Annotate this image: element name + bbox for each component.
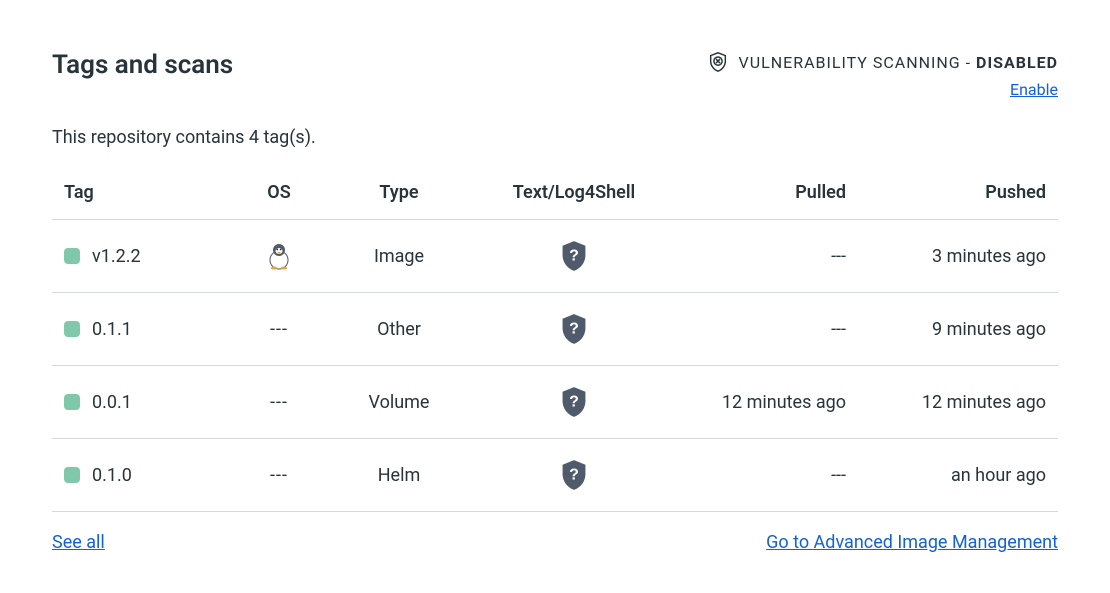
cell-pulled: --- bbox=[684, 319, 846, 340]
linux-penguin-icon bbox=[266, 242, 292, 270]
cell-os: --- bbox=[224, 465, 334, 486]
shield-x-icon bbox=[707, 50, 729, 74]
shield-question-icon: ? bbox=[560, 386, 588, 418]
cell-pushed: 3 minutes ago bbox=[846, 246, 1046, 267]
cell-pushed: 12 minutes ago bbox=[846, 392, 1046, 413]
svg-text:?: ? bbox=[569, 394, 579, 411]
tags-scans-panel: Tags and scans VULNERABILITY SCANNING - … bbox=[0, 0, 1110, 593]
cell-os: --- bbox=[224, 392, 334, 413]
cell-tag: v1.2.2 bbox=[64, 246, 224, 267]
col-header-type: Type bbox=[334, 182, 464, 203]
table-header-row: Tag OS Type Text/Log4Shell Pulled Pushed bbox=[52, 182, 1058, 220]
cell-log4shell: ? bbox=[464, 459, 684, 491]
cell-pulled: --- bbox=[684, 246, 846, 267]
cell-pulled: --- bbox=[684, 465, 846, 486]
cell-os: --- bbox=[224, 319, 334, 340]
enable-scanning-link[interactable]: Enable bbox=[1010, 80, 1058, 99]
tag-marker-icon bbox=[64, 467, 80, 483]
shield-question-icon: ? bbox=[560, 459, 588, 491]
col-header-tag: Tag bbox=[64, 182, 224, 203]
tag-label: 0.1.1 bbox=[92, 319, 132, 340]
table-row[interactable]: v1.2.2 Image? ---3 minutes ago bbox=[52, 220, 1058, 293]
cell-log4shell: ? bbox=[464, 240, 684, 272]
page-title: Tags and scans bbox=[52, 50, 233, 80]
see-all-link[interactable]: See all bbox=[52, 532, 105, 553]
svg-text:?: ? bbox=[569, 467, 579, 484]
tag-label: v1.2.2 bbox=[92, 246, 141, 267]
cell-log4shell: ? bbox=[464, 313, 684, 345]
os-empty: --- bbox=[270, 319, 288, 340]
os-empty: --- bbox=[270, 465, 288, 486]
col-header-pulled: Pulled bbox=[684, 182, 846, 203]
cell-type: Volume bbox=[334, 392, 464, 413]
cell-pushed: 9 minutes ago bbox=[846, 319, 1046, 340]
table-row[interactable]: 0.1.0---Helm?---an hour ago bbox=[52, 439, 1058, 512]
tag-label: 0.0.1 bbox=[92, 392, 132, 413]
repo-description: This repository contains 4 tag(s). bbox=[52, 127, 1058, 148]
cell-tag: 0.1.1 bbox=[64, 319, 224, 340]
tag-marker-icon bbox=[64, 248, 80, 264]
header-row: Tags and scans VULNERABILITY SCANNING - … bbox=[52, 50, 1058, 99]
svg-text:?: ? bbox=[569, 321, 579, 338]
scan-status-label: VULNERABILITY SCANNING - DISABLED bbox=[739, 53, 1058, 72]
cell-os bbox=[224, 242, 334, 270]
scan-status-row: VULNERABILITY SCANNING - DISABLED bbox=[707, 50, 1058, 74]
col-header-pushed: Pushed bbox=[846, 182, 1046, 203]
cell-tag: 0.1.0 bbox=[64, 465, 224, 486]
col-header-log4: Text/Log4Shell bbox=[464, 182, 684, 203]
table-row[interactable]: 0.0.1 --- Volume? 12 minutes ago12 minutes … bbox=[52, 366, 1058, 439]
table-footer: See all Go to Advanced Image Management bbox=[52, 532, 1058, 553]
table-row[interactable]: 0.1.1---Other?---9 minutes ago bbox=[52, 293, 1058, 366]
cell-type: Other bbox=[334, 319, 464, 340]
tags-table: Tag OS Type Text/Log4Shell Pulled Pushed… bbox=[52, 182, 1058, 512]
tag-label: 0.1.0 bbox=[92, 465, 132, 486]
scan-status-block: VULNERABILITY SCANNING - DISABLED Enable bbox=[707, 50, 1058, 99]
os-empty: --- bbox=[270, 392, 288, 413]
advanced-image-mgmt-link[interactable]: Go to Advanced Image Management bbox=[766, 532, 1058, 553]
cell-type: Image bbox=[334, 246, 464, 267]
cell-pushed: an hour ago bbox=[846, 465, 1046, 486]
shield-question-icon: ? bbox=[560, 240, 588, 272]
tag-marker-icon bbox=[64, 321, 80, 337]
cell-type: Helm bbox=[334, 465, 464, 486]
cell-log4shell: ? bbox=[464, 386, 684, 418]
tag-marker-icon bbox=[64, 394, 80, 410]
cell-tag: 0.0.1 bbox=[64, 392, 224, 413]
cell-pulled: 12 minutes ago bbox=[684, 392, 846, 413]
shield-question-icon: ? bbox=[560, 313, 588, 345]
col-header-os: OS bbox=[224, 182, 334, 203]
scan-status-value: DISABLED bbox=[976, 53, 1058, 72]
svg-text:?: ? bbox=[569, 248, 579, 265]
